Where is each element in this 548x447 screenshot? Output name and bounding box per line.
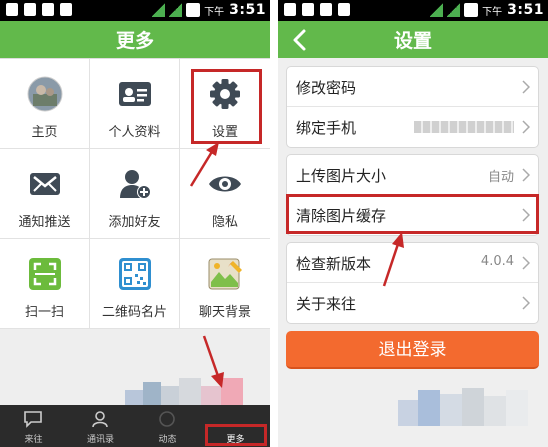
chevron-right-icon <box>522 296 530 310</box>
nav-item-contacts[interactable]: 通讯录 <box>67 405 134 447</box>
nav-label: 通讯录 <box>86 435 114 445</box>
signal-icon <box>152 3 166 17</box>
masked-phone-number <box>414 121 514 133</box>
moments-icon <box>159 411 175 427</box>
nav-label: 来往 <box>24 435 43 445</box>
grid-item-chat-background[interactable]: 聊天背景 <box>180 239 270 329</box>
row-label: 关于来往 <box>296 295 357 313</box>
settings-group-about: 检查新版本 4.0.4 关于来往 <box>286 242 539 324</box>
page-title: 设置 <box>393 30 432 52</box>
chevron-right-icon <box>522 168 530 182</box>
notification-icons <box>284 3 350 16</box>
time-prefix: 下午 <box>204 6 225 18</box>
arrow-annotation <box>382 232 404 287</box>
signal-icon <box>169 3 183 17</box>
battery-icon <box>464 3 479 17</box>
row-label: 绑定手机 <box>296 119 357 137</box>
qr-code-icon <box>119 258 151 290</box>
nav-item-moments[interactable]: 动态 <box>134 405 201 447</box>
time-prefix: 下午 <box>482 6 503 18</box>
nav-label: 动态 <box>158 435 177 445</box>
settings-row-upload-size[interactable]: 上传图片大小 自动 <box>287 155 538 195</box>
grid-item-label: 个人资料 <box>108 125 161 140</box>
status-bar: 下午 3:51 <box>278 0 548 21</box>
grid-item-home[interactable]: 主页 <box>0 59 90 149</box>
clock: 3:51 <box>507 2 544 18</box>
grid-item-label: 二维码名片 <box>101 305 167 320</box>
chevron-right-icon <box>522 120 530 134</box>
signal-icon <box>447 3 461 17</box>
grid-item-profile[interactable]: 个人资料 <box>90 59 180 149</box>
add-person-icon <box>120 170 151 199</box>
grid-item-label: 扫一扫 <box>24 305 64 320</box>
settings-row-bind-phone[interactable]: 绑定手机 <box>287 107 538 147</box>
settings-row-about[interactable]: 关于来往 <box>287 283 538 323</box>
grid-item-label: 添加好友 <box>108 215 161 230</box>
blurred-area <box>398 386 548 426</box>
signal-icon <box>430 3 444 17</box>
grid-item-notifications[interactable]: 通知推送 <box>0 149 90 239</box>
chat-background-icon <box>208 258 242 290</box>
row-label: 修改密码 <box>296 79 357 97</box>
grid-item-label: 聊天背景 <box>198 305 251 320</box>
settings-screen: 下午 3:51 设置 修改密码 绑定手机 上传图片大小 自动 清除图片缓存 检查… <box>278 0 548 447</box>
title-bar: 设置 <box>278 21 548 58</box>
contacts-icon <box>92 411 108 428</box>
settings-group-account: 修改密码 绑定手机 <box>286 66 539 148</box>
row-label: 检查新版本 <box>296 255 372 273</box>
grid-item-scan[interactable]: 扫一扫 <box>0 239 90 329</box>
highlight-box <box>286 194 539 234</box>
settings-row-check-update[interactable]: 检查新版本 4.0.4 <box>287 243 538 283</box>
arrow-annotation <box>202 335 224 388</box>
status-bar: 下午 3:51 <box>0 0 270 21</box>
settings-row-change-password[interactable]: 修改密码 <box>287 67 538 107</box>
row-label: 上传图片大小 <box>296 167 387 185</box>
more-screen: 下午 3:51 更多 主页 个人资料 设置 通知推送 添加好友 隐私 扫一扫 二… <box>0 0 270 447</box>
grid-item-label: 隐私 <box>211 215 238 230</box>
scan-icon <box>29 258 61 290</box>
chevron-right-icon <box>522 80 530 94</box>
battery-icon <box>186 3 201 17</box>
row-value: 自动 <box>487 170 514 185</box>
grid-item-add-friend[interactable]: 添加好友 <box>90 149 180 239</box>
mail-icon <box>30 173 60 195</box>
notification-icons <box>6 3 72 16</box>
highlight-box <box>191 69 262 144</box>
clock: 3:51 <box>229 2 266 18</box>
logout-button[interactable]: 退出登录 <box>286 331 539 369</box>
highlight-box <box>205 424 267 446</box>
grid-item-label: 主页 <box>31 125 58 140</box>
page-title: 更多 <box>115 30 154 52</box>
chevron-right-icon <box>522 256 530 270</box>
chat-bubble-icon <box>24 411 42 428</box>
avatar <box>27 76 63 112</box>
grid-item-qr-card[interactable]: 二维码名片 <box>90 239 180 329</box>
id-card-icon <box>119 82 151 106</box>
title-bar: 更多 <box>0 21 270 58</box>
grid-item-label: 通知推送 <box>18 215 71 230</box>
arrow-annotation <box>189 142 219 187</box>
row-value: 4.0.4 <box>480 254 514 269</box>
nav-item-chats[interactable]: 来往 <box>0 405 67 447</box>
